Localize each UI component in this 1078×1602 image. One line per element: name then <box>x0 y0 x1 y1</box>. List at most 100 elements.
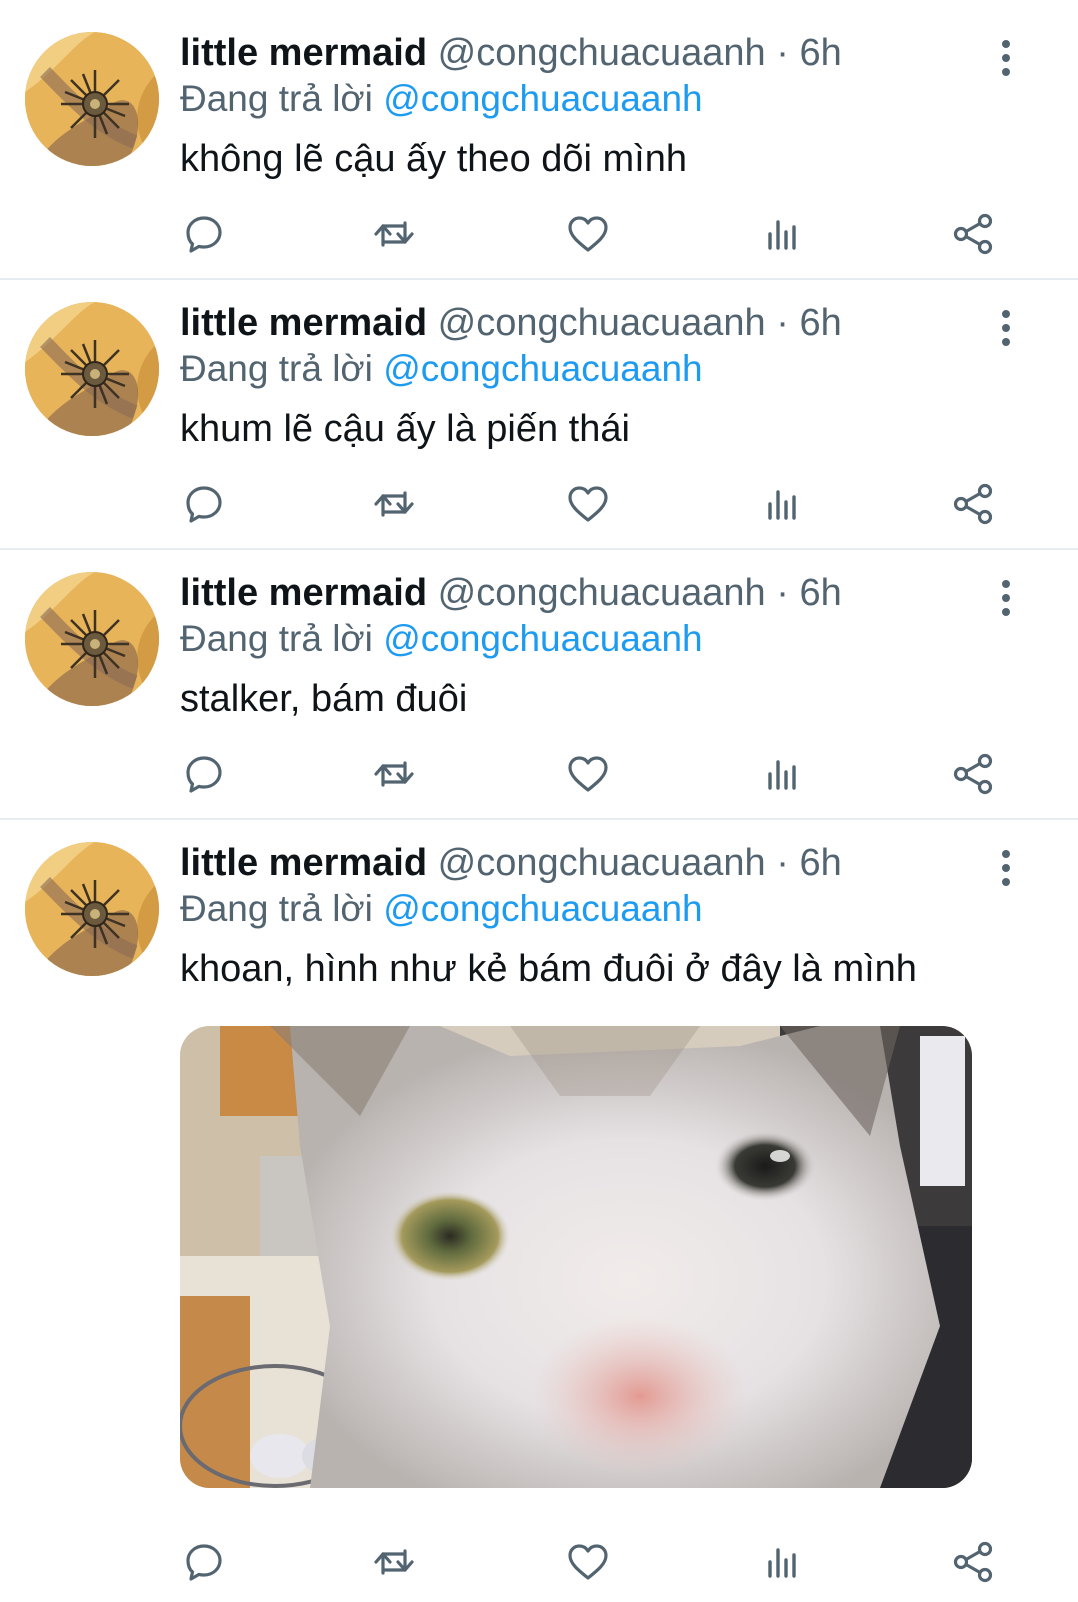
reply-icon <box>180 1538 228 1586</box>
retweet-icon <box>370 750 418 798</box>
like-button[interactable] <box>564 210 612 258</box>
tweet-actions <box>180 750 1010 806</box>
like-button[interactable] <box>564 480 612 528</box>
tweet-text: khoan, hình như kẻ bám đuôi ở đây là mìn… <box>180 948 917 990</box>
heart-icon <box>564 750 612 798</box>
mention-link[interactable]: @congchuacuaanh <box>383 348 702 389</box>
tweet[interactable]: little mermaid @congchuacuaanh · 6h Đang… <box>0 820 1078 1602</box>
analytics-icon <box>758 750 806 798</box>
share-icon <box>950 480 998 528</box>
analytics-icon <box>758 210 806 258</box>
retweet-button[interactable] <box>370 480 418 528</box>
replying-to-label: Đang trả lời <box>180 888 373 929</box>
heart-icon <box>564 210 612 258</box>
tweet-content: little mermaid @congchuacuaanh · 6h Đang… <box>180 840 1040 992</box>
analytics-button[interactable] <box>758 480 806 528</box>
share-button[interactable] <box>950 210 998 258</box>
analytics-button[interactable] <box>758 210 806 258</box>
username[interactable]: @congchuacuaanh <box>438 842 766 884</box>
timestamp[interactable]: 6h <box>799 32 841 74</box>
mention-link[interactable]: @congchuacuaanh <box>383 618 702 659</box>
tweet[interactable]: little mermaid @congchuacuaanh · 6h Đang… <box>0 280 1078 550</box>
mention-link[interactable]: @congchuacuaanh <box>383 888 702 929</box>
heart-icon <box>564 1538 612 1586</box>
tweet-actions <box>180 210 1010 266</box>
timestamp[interactable]: 6h <box>799 572 841 614</box>
more-options-button[interactable] <box>994 38 1018 78</box>
like-button[interactable] <box>564 750 612 798</box>
retweet-icon <box>370 1538 418 1586</box>
display-name[interactable]: little mermaid <box>180 302 427 344</box>
tweet-actions <box>180 1538 1010 1594</box>
tweet[interactable]: little mermaid @congchuacuaanh · 6h Đang… <box>0 550 1078 820</box>
replying-to: Đang trả lời @congchuacuaanh <box>180 886 1040 932</box>
username[interactable]: @congchuacuaanh <box>438 32 766 74</box>
tweet-text: stalker, bám đuôi <box>180 678 468 720</box>
reply-icon <box>180 480 228 528</box>
avatar-image <box>25 32 159 166</box>
retweet-button[interactable] <box>370 210 418 258</box>
tweet-content: little mermaid @congchuacuaanh · 6h Đang… <box>180 570 1040 722</box>
replying-to: Đang trả lời @congchuacuaanh <box>180 616 1040 662</box>
share-icon <box>950 1538 998 1586</box>
timestamp[interactable]: 6h <box>799 302 841 344</box>
retweet-icon <box>370 210 418 258</box>
tweet-text: khum lẽ cậu ấy là piến thái <box>180 408 630 450</box>
avatar[interactable] <box>25 572 159 706</box>
retweet-button[interactable] <box>370 1538 418 1586</box>
tweet-content: little mermaid @congchuacuaanh · 6h Đang… <box>180 30 1040 182</box>
reply-icon <box>180 210 228 258</box>
username[interactable]: @congchuacuaanh <box>438 302 766 344</box>
more-options-button[interactable] <box>994 848 1018 888</box>
avatar-image <box>25 842 159 976</box>
display-name[interactable]: little mermaid <box>180 32 427 74</box>
username[interactable]: @congchuacuaanh <box>438 572 766 614</box>
tweet-header: little mermaid @congchuacuaanh · 6h <box>180 300 1040 346</box>
share-button[interactable] <box>950 1538 998 1586</box>
avatar[interactable] <box>25 302 159 436</box>
analytics-button[interactable] <box>758 1538 806 1586</box>
reply-icon <box>180 750 228 798</box>
analytics-icon <box>758 480 806 528</box>
tweet-actions <box>180 480 1010 536</box>
more-options-button[interactable] <box>994 578 1018 618</box>
replying-to-label: Đang trả lời <box>180 78 373 119</box>
tweet-feed: little mermaid @congchuacuaanh · 6h Đang… <box>0 0 1078 1602</box>
more-options-button[interactable] <box>994 308 1018 348</box>
replying-to-label: Đang trả lời <box>180 618 373 659</box>
more-vertical-icon <box>994 848 1018 888</box>
share-icon <box>950 750 998 798</box>
tweet[interactable]: little mermaid @congchuacuaanh · 6h Đang… <box>0 0 1078 280</box>
more-vertical-icon <box>994 38 1018 78</box>
mention-link[interactable]: @congchuacuaanh <box>383 78 702 119</box>
display-name[interactable]: little mermaid <box>180 572 427 614</box>
separator: · <box>776 302 789 344</box>
separator: · <box>776 842 789 884</box>
heart-icon <box>564 480 612 528</box>
share-button[interactable] <box>950 750 998 798</box>
like-button[interactable] <box>564 1538 612 1586</box>
retweet-icon <box>370 480 418 528</box>
reply-button[interactable] <box>180 210 228 258</box>
retweet-button[interactable] <box>370 750 418 798</box>
replying-to: Đang trả lời @congchuacuaanh <box>180 76 1040 122</box>
more-vertical-icon <box>994 578 1018 618</box>
share-icon <box>950 210 998 258</box>
more-vertical-icon <box>994 308 1018 348</box>
replying-to: Đang trả lời @congchuacuaanh <box>180 346 1040 392</box>
reply-button[interactable] <box>180 480 228 528</box>
reply-button[interactable] <box>180 1538 228 1586</box>
share-button[interactable] <box>950 480 998 528</box>
avatar-image <box>25 572 159 706</box>
tweet-photo[interactable] <box>180 1026 972 1488</box>
avatar-image <box>25 302 159 436</box>
avatar[interactable] <box>25 842 159 976</box>
replying-to-label: Đang trả lời <box>180 348 373 389</box>
separator: · <box>776 572 789 614</box>
display-name[interactable]: little mermaid <box>180 842 427 884</box>
avatar[interactable] <box>25 32 159 166</box>
reply-button[interactable] <box>180 750 228 798</box>
timestamp[interactable]: 6h <box>799 842 841 884</box>
analytics-button[interactable] <box>758 750 806 798</box>
cat-closeup-photo <box>180 1026 972 1488</box>
